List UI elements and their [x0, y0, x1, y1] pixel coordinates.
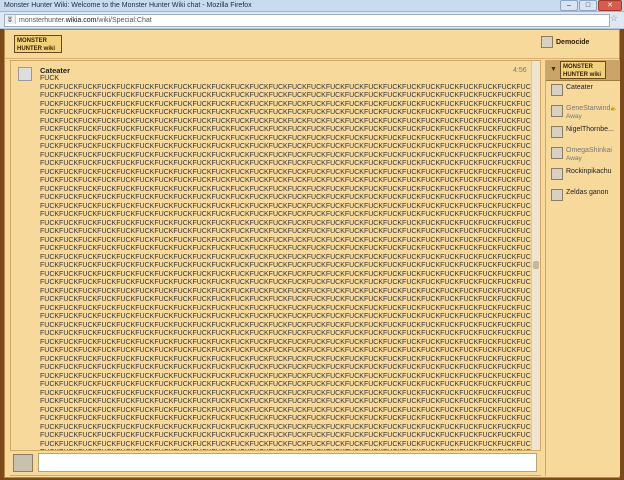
scroll-thumb[interactable] [533, 261, 539, 269]
wiki-logo: MONSTER HUNTER wiki [560, 61, 606, 79]
close-button[interactable]: ✕ [598, 0, 622, 11]
chat-page: MONSTER HUNTER wiki Democide Cateater 4:… [4, 29, 620, 478]
window-controls: – □ ✕ [560, 0, 622, 11]
message-composer [10, 450, 541, 475]
user-name: Zeldas ganon [566, 189, 609, 196]
url-domain: wikia.com [65, 17, 97, 24]
chevron-down-icon[interactable]: ▼ [550, 66, 557, 73]
user-name: NigelThornbe... [566, 126, 614, 133]
user-list-sidebar: ▼ MONSTER HUNTER wiki Cateater GeneStarwi… [545, 60, 620, 476]
user-status: Away [566, 155, 582, 162]
address-bar[interactable]: ʬ monsterhunter.wikia.com/wiki/Special:Ch… [4, 14, 610, 27]
avatar [13, 454, 33, 472]
user-list-item[interactable]: Zeldas ganon [546, 187, 620, 208]
message-author[interactable]: Cateater [40, 66, 70, 75]
vertical-scrollbar[interactable] [531, 61, 540, 466]
site-favicon-icon: ʬ [5, 15, 16, 24]
user-list-item[interactable]: OmegaShinkai Away [546, 145, 620, 166]
user-list-item[interactable]: NigelThornbe... [546, 124, 620, 145]
user-name: Rockinpikachu [566, 168, 612, 175]
chat-messages-panel: Cateater 4:56 FUCK FUCKFUCKFUCKFUCKFUCKF… [10, 60, 541, 476]
user-name: GeneStarwind... Away [566, 105, 617, 120]
current-user[interactable]: Democide [541, 36, 589, 48]
user-list-item[interactable]: Cateater [546, 82, 620, 103]
avatar [551, 84, 563, 96]
avatar [541, 36, 553, 48]
maximize-button[interactable]: □ [579, 0, 597, 11]
user-list: Cateater GeneStarwind... Away ★ NigelThornbe… [546, 82, 620, 208]
navigation-bar: ʬ monsterhunter.wikia.com/wiki/Special:Ch… [0, 12, 624, 29]
message-input[interactable] [38, 453, 537, 472]
minimize-button[interactable]: – [560, 0, 578, 11]
user-name: Cateater [566, 84, 593, 91]
url-prefix: monsterhunter. [19, 17, 66, 24]
message-timestamp: 4:56 [513, 67, 527, 74]
avatar [551, 126, 563, 138]
message-body: FUCK FUCKFUCKFUCKFUCKFUCKFUCKFUCKFUCKFUC… [40, 75, 533, 456]
chat-header: MONSTER HUNTER wiki Democide [5, 30, 619, 59]
avatar [551, 189, 563, 201]
message-list: Cateater 4:56 FUCK FUCKFUCKFUCKFUCKFUCKF… [15, 64, 533, 464]
user-list-item[interactable]: Rockinpikachu [546, 166, 620, 187]
avatar [18, 67, 32, 81]
star-icon: ★ [609, 106, 616, 113]
current-username: Democide [556, 38, 590, 46]
room-header[interactable]: ▼ MONSTER HUNTER wiki [546, 60, 620, 81]
window-title: Monster Hunter Wiki: Welcome to the Mons… [4, 2, 252, 9]
user-name: OmegaShinkai Away [566, 147, 612, 162]
avatar [551, 105, 563, 117]
url-path: /wiki/Special:Chat [96, 17, 152, 24]
wiki-logo[interactable]: MONSTER HUNTER wiki [14, 35, 62, 53]
browser-titlebar: Monster Hunter Wiki: Welcome to the Mons… [0, 0, 624, 12]
bookmark-star-icon[interactable]: ☆ [610, 13, 618, 24]
user-list-item[interactable]: GeneStarwind... Away ★ [546, 103, 620, 124]
avatar [551, 168, 563, 180]
avatar [551, 147, 563, 159]
user-status: Away [566, 113, 582, 120]
